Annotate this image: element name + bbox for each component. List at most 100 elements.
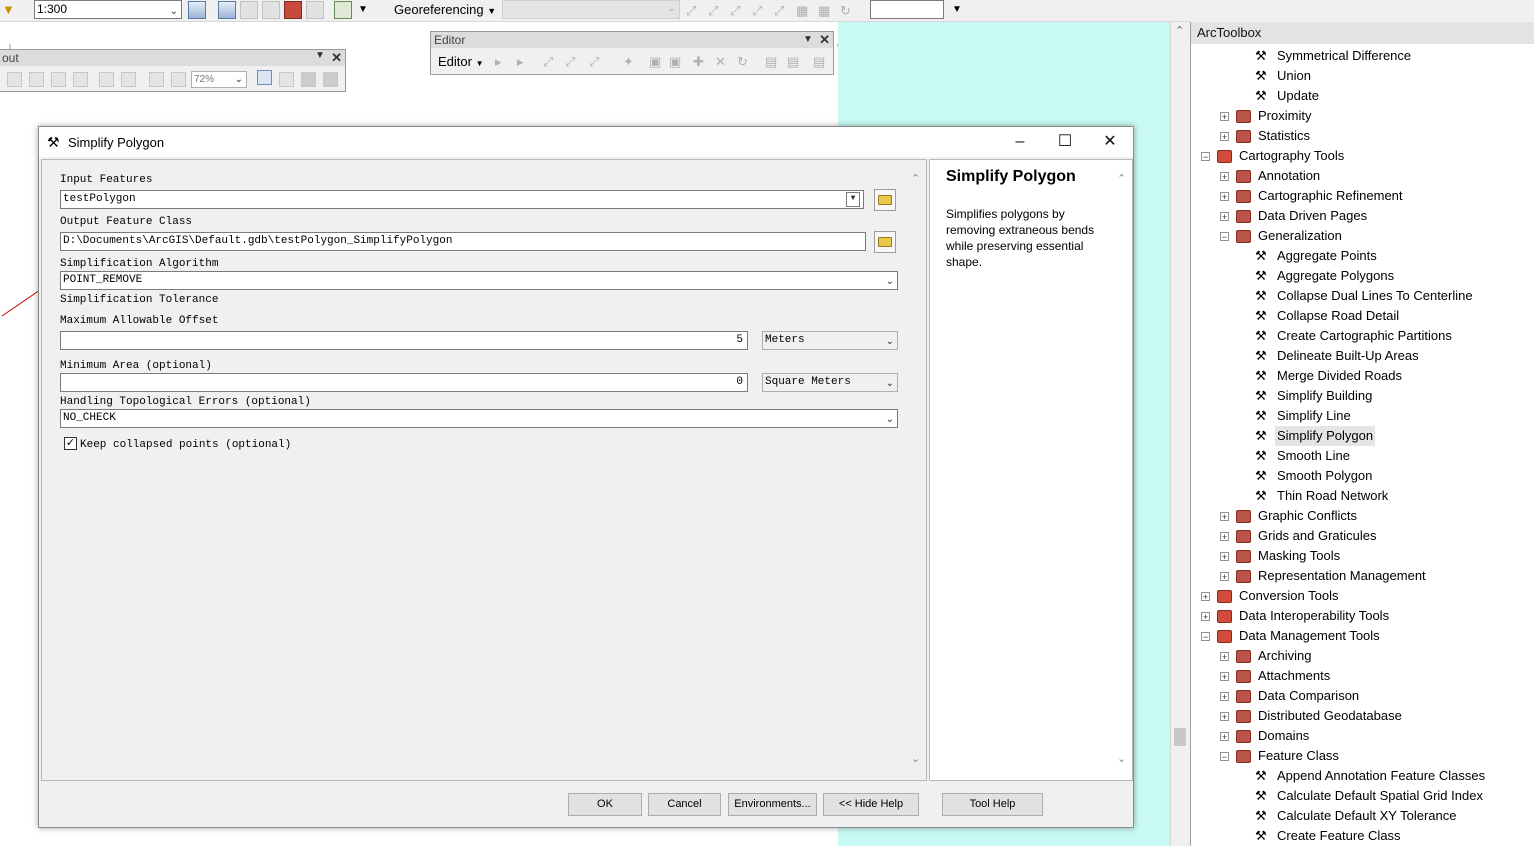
toolbox-tool-item[interactable]: ⚒ Calculate Default XY Tolerance <box>1191 806 1531 826</box>
toolbox-tool-item[interactable]: ⚒ Thin Road Network <box>1191 486 1531 506</box>
search-window-icon[interactable] <box>262 1 280 19</box>
tool-help-button[interactable]: Tool Help <box>942 793 1043 816</box>
toolbox-tool-item[interactable]: ⚒ Simplify Polygon <box>1191 426 1531 446</box>
expand-icon[interactable]: + <box>1220 112 1229 122</box>
toolbox-tool-item[interactable]: ⚒ Collapse Road Detail <box>1191 306 1531 326</box>
arctoolbox-title[interactable]: ArcToolbox <box>1191 22 1534 44</box>
min-area-unit-select[interactable]: Square Meters ⌄ <box>762 373 898 392</box>
focus-data-frame-icon[interactable] <box>279 72 294 87</box>
expand-icon[interactable]: + <box>1220 692 1229 702</box>
toolbox-tool-item[interactable]: ⚒ Smooth Polygon <box>1191 466 1531 486</box>
max-offset-input[interactable]: 5 <box>60 331 748 350</box>
select-features-icon[interactable] <box>188 1 206 19</box>
toolbox-tool-item[interactable]: ⚒ Calculate Default Spatial Grid Index <box>1191 786 1531 806</box>
collapse-icon[interactable]: − <box>1220 752 1229 762</box>
expand-icon[interactable]: + <box>1220 212 1229 222</box>
min-area-input[interactable]: 0 <box>60 373 748 392</box>
toolbox-tool-item[interactable]: ⚒ Smooth Line <box>1191 446 1531 466</box>
scale-combobox[interactable]: 1:300 ⌄ <box>34 0 182 19</box>
close-icon[interactable]: ✕ <box>331 50 342 66</box>
browse-output-button[interactable] <box>874 231 896 253</box>
expand-icon[interactable]: + <box>1220 512 1229 522</box>
hide-help-button[interactable]: << Hide Help <box>823 793 919 816</box>
ok-button[interactable]: OK <box>568 793 642 816</box>
toolbox-item[interactable]: + Conversion Tools <box>1191 586 1531 606</box>
expand-icon[interactable]: + <box>1220 132 1229 142</box>
expand-icon[interactable]: + <box>1220 672 1229 682</box>
toolbox-tool-item[interactable]: ⚒ Aggregate Polygons <box>1191 266 1531 286</box>
toolbar-menu-icon[interactable]: ▼ <box>803 34 813 45</box>
scroll-down-icon[interactable]: ⌄ <box>911 752 920 765</box>
catalog-icon[interactable] <box>240 1 258 19</box>
python-window-icon[interactable] <box>306 1 324 19</box>
scroll-thumb[interactable] <box>1174 728 1186 746</box>
toolbox-toolset-item[interactable]: + Cartographic Refinement <box>1191 186 1531 206</box>
georef-layer-dropdown[interactable]: ⌄ <box>502 0 680 19</box>
output-feature-class-input[interactable]: D:\Documents\ArcGIS\Default.gdb\testPoly… <box>60 232 866 251</box>
toolbox-item[interactable]: + Data Interoperability Tools <box>1191 606 1531 626</box>
expand-icon[interactable]: + <box>1220 192 1229 202</box>
zoom-in-page-icon[interactable] <box>7 72 22 87</box>
toolbox-toolset-item[interactable]: + Data Comparison <box>1191 686 1531 706</box>
toolbox-toolset-item[interactable]: + Annotation <box>1191 166 1531 186</box>
toolbox-toolset-item[interactable]: + Statistics <box>1191 126 1531 146</box>
expand-icon[interactable]: + <box>1220 532 1229 542</box>
collapse-icon[interactable]: − <box>1201 152 1210 162</box>
help-scrollbar[interactable]: ⌃ ⌄ <box>1114 160 1131 780</box>
close-icon[interactable]: ✕ <box>819 32 830 48</box>
zoom-combobox[interactable]: 72% ⌄ <box>191 71 247 88</box>
arctoolbox-icon[interactable] <box>284 1 302 19</box>
fixed-zoom-in-icon[interactable] <box>99 72 114 87</box>
close-button[interactable]: ✕ <box>1087 127 1133 157</box>
expand-icon[interactable]: + <box>1220 652 1229 662</box>
dropdown-arrow-icon[interactable]: ▼ <box>846 192 860 207</box>
keep-collapsed-checkbox[interactable]: ✓ <box>64 437 77 450</box>
parameters-scrollbar[interactable]: ⌃ ⌄ <box>908 160 925 780</box>
toolbox-toolset-item[interactable]: + Graphic Conflicts <box>1191 506 1531 526</box>
data-driven-pages-icon[interactable] <box>323 72 338 87</box>
toolbox-toolset-item[interactable]: + Masking Tools <box>1191 546 1531 566</box>
expand-icon[interactable]: + <box>1201 592 1210 602</box>
toolbox-tool-item[interactable]: ⚒ Merge Divided Roads <box>1191 366 1531 386</box>
toolbox-toolset-item[interactable]: + Grids and Graticules <box>1191 526 1531 546</box>
map-vertical-scrollbar[interactable]: ⌃ <box>1170 22 1190 846</box>
scroll-down-icon[interactable]: ⌄ <box>1117 752 1126 765</box>
scroll-up-icon[interactable]: ⌃ <box>911 172 920 185</box>
change-layout-icon[interactable] <box>301 72 316 87</box>
layout-toolbar-title[interactable]: out <box>0 50 345 66</box>
browse-input-button[interactable] <box>874 189 896 211</box>
toolbar-options-icon-2[interactable]: ▼ <box>952 4 962 15</box>
expand-icon[interactable]: + <box>1220 552 1229 562</box>
toolbox-toolset-item[interactable]: + Data Driven Pages <box>1191 206 1531 226</box>
toolbox-toolset-item[interactable]: + Representation Management <box>1191 566 1531 586</box>
toolbox-toolset-item[interactable]: + Domains <box>1191 726 1531 746</box>
collapse-icon[interactable]: − <box>1220 232 1229 242</box>
toolbox-tool-item[interactable]: ⚒ Simplify Building <box>1191 386 1531 406</box>
next-extent-icon[interactable] <box>171 72 186 87</box>
toolbox-toolset-item[interactable]: + Proximity <box>1191 106 1531 126</box>
minimize-button[interactable]: – <box>997 127 1043 157</box>
model-builder-icon[interactable] <box>334 1 352 19</box>
toolbox-toolset-item[interactable]: + Attachments <box>1191 666 1531 686</box>
zoom-whole-page-icon[interactable] <box>51 72 66 87</box>
cancel-button[interactable]: Cancel <box>648 793 721 816</box>
toolbox-toolset-item[interactable]: − Feature Class <box>1191 746 1531 766</box>
rotate-angle-input[interactable] <box>870 0 944 19</box>
add-data-icon[interactable]: ▼ <box>2 2 15 17</box>
toolbox-tool-item[interactable]: ⚒ Union <box>1191 66 1531 86</box>
fixed-zoom-out-icon[interactable] <box>121 72 136 87</box>
toolbox-toolset-item[interactable]: − Generalization <box>1191 226 1531 246</box>
expand-icon[interactable]: + <box>1220 732 1229 742</box>
toolbox-tool-item[interactable]: ⚒ Append Annotation Feature Classes <box>1191 766 1531 786</box>
environments-button[interactable]: Environments... <box>728 793 817 816</box>
dialog-title-bar[interactable]: ⚒ Simplify Polygon – ☐ ✕ <box>39 127 1133 157</box>
pan-page-icon[interactable] <box>29 72 44 87</box>
expand-icon[interactable]: + <box>1201 612 1210 622</box>
editor-menu[interactable]: Editor ▼ <box>438 54 484 69</box>
toolbox-tool-item[interactable]: ⚒ Create Feature Class <box>1191 826 1531 846</box>
toolbox-item[interactable]: − Cartography Tools <box>1191 146 1531 166</box>
scroll-up-icon[interactable]: ⌃ <box>1175 24 1184 37</box>
toolbox-tool-item[interactable]: ⚒ Delineate Built-Up Areas <box>1191 346 1531 366</box>
editor-toolbar-title[interactable]: Editor <box>431 32 833 48</box>
toolbox-toolset-item[interactable]: + Archiving <box>1191 646 1531 666</box>
